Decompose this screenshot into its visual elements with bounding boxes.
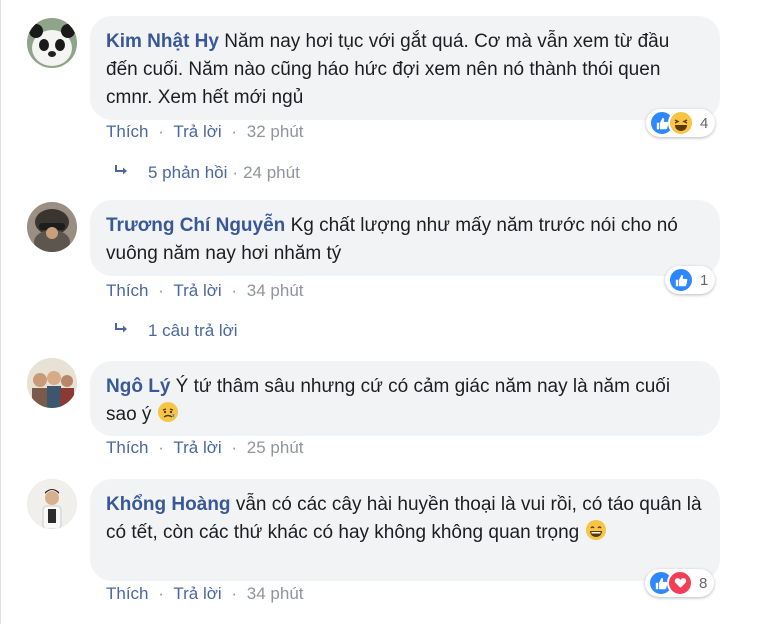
helmet-avatar[interactable]: [27, 202, 77, 252]
separator: ·: [231, 281, 238, 300]
comment-author[interactable]: Trương Chí Nguyễn: [106, 215, 285, 236]
reply-link[interactable]: Trả lời: [173, 584, 221, 603]
panel-border: [0, 0, 1, 624]
reaction-summary[interactable]: 4: [646, 109, 716, 137]
reaction-count: 4: [700, 114, 709, 132]
separator: ·: [158, 122, 164, 141]
comment-actions: Thích · Trả lời · 34 phút: [106, 584, 304, 604]
panda-avatar[interactable]: [27, 18, 77, 68]
like-link[interactable]: Thích: [106, 584, 149, 603]
reply-link[interactable]: Trả lời: [173, 281, 221, 300]
comment-author[interactable]: Kim Nhật Hy: [106, 31, 219, 52]
comment-actions: Thích · Trả lời · 34 phút: [106, 281, 304, 301]
reply-link[interactable]: Trả lời: [173, 438, 221, 457]
replies-count[interactable]: 5 phản hồi: [148, 163, 227, 183]
comment-bubble: Trương Chí Nguyễn Kg chất lượng như mấy …: [90, 200, 720, 276]
comment-actions: Thích · Trả lời · 32 phút: [106, 122, 304, 142]
separator: ·: [232, 163, 239, 182]
haha-icon: [668, 110, 694, 136]
like-link[interactable]: Thích: [106, 281, 149, 300]
like-link[interactable]: Thích: [106, 438, 149, 457]
comment-bubble: Ngô Lý Ý tứ thâm sâu nhưng cứ có cảm giá…: [90, 361, 720, 436]
group-avatar[interactable]: [27, 358, 77, 408]
replies-count[interactable]: 1 câu trả lời: [148, 321, 238, 341]
separator: ·: [231, 122, 238, 141]
separator: ·: [231, 438, 238, 457]
reply-link[interactable]: Trả lời: [173, 122, 221, 141]
comment-bubble: Kim Nhật Hy Năm nay hơi tục với gắt quá.…: [90, 16, 720, 120]
disappointed-emoji-icon: [157, 401, 179, 432]
view-replies[interactable]: 1 câu trả lời: [114, 321, 238, 341]
reaction-summary[interactable]: 8: [645, 569, 715, 597]
separator: ·: [158, 438, 164, 457]
comment-author[interactable]: Ngô Lý: [106, 376, 170, 397]
reaction-summary[interactable]: 1: [665, 266, 716, 294]
comment-author[interactable]: Khổng Hoàng: [106, 494, 231, 515]
reaction-count: 1: [700, 271, 709, 289]
comment-timestamp[interactable]: 25 phút: [247, 438, 304, 457]
like-icon: [668, 267, 694, 293]
separator: ·: [231, 584, 238, 603]
reaction-count: 8: [699, 574, 708, 592]
grinning-emoji-icon: [585, 519, 607, 550]
love-icon: [667, 570, 693, 596]
comment-timestamp[interactable]: 34 phút: [247, 584, 304, 603]
comment-timestamp[interactable]: 32 phút: [247, 122, 304, 141]
separator: ·: [158, 584, 164, 603]
separator: ·: [158, 281, 164, 300]
comment-bubble: Khổng Hoàng vẫn có các cây hài huyền tho…: [90, 479, 720, 581]
comment-actions: Thích · Trả lời · 25 phút: [106, 438, 304, 458]
reply-arrow-icon: [114, 321, 130, 341]
comment-text: Ý tứ thâm sâu nhưng cứ có cảm giác năm n…: [106, 376, 671, 425]
reply-arrow-icon: [114, 163, 130, 183]
replies-timestamp: 24 phút: [243, 163, 300, 182]
like-link[interactable]: Thích: [106, 122, 149, 141]
view-replies[interactable]: 5 phản hồi · 24 phút: [114, 163, 300, 183]
person-avatar[interactable]: [27, 479, 77, 529]
comment-timestamp[interactable]: 34 phút: [247, 281, 304, 300]
